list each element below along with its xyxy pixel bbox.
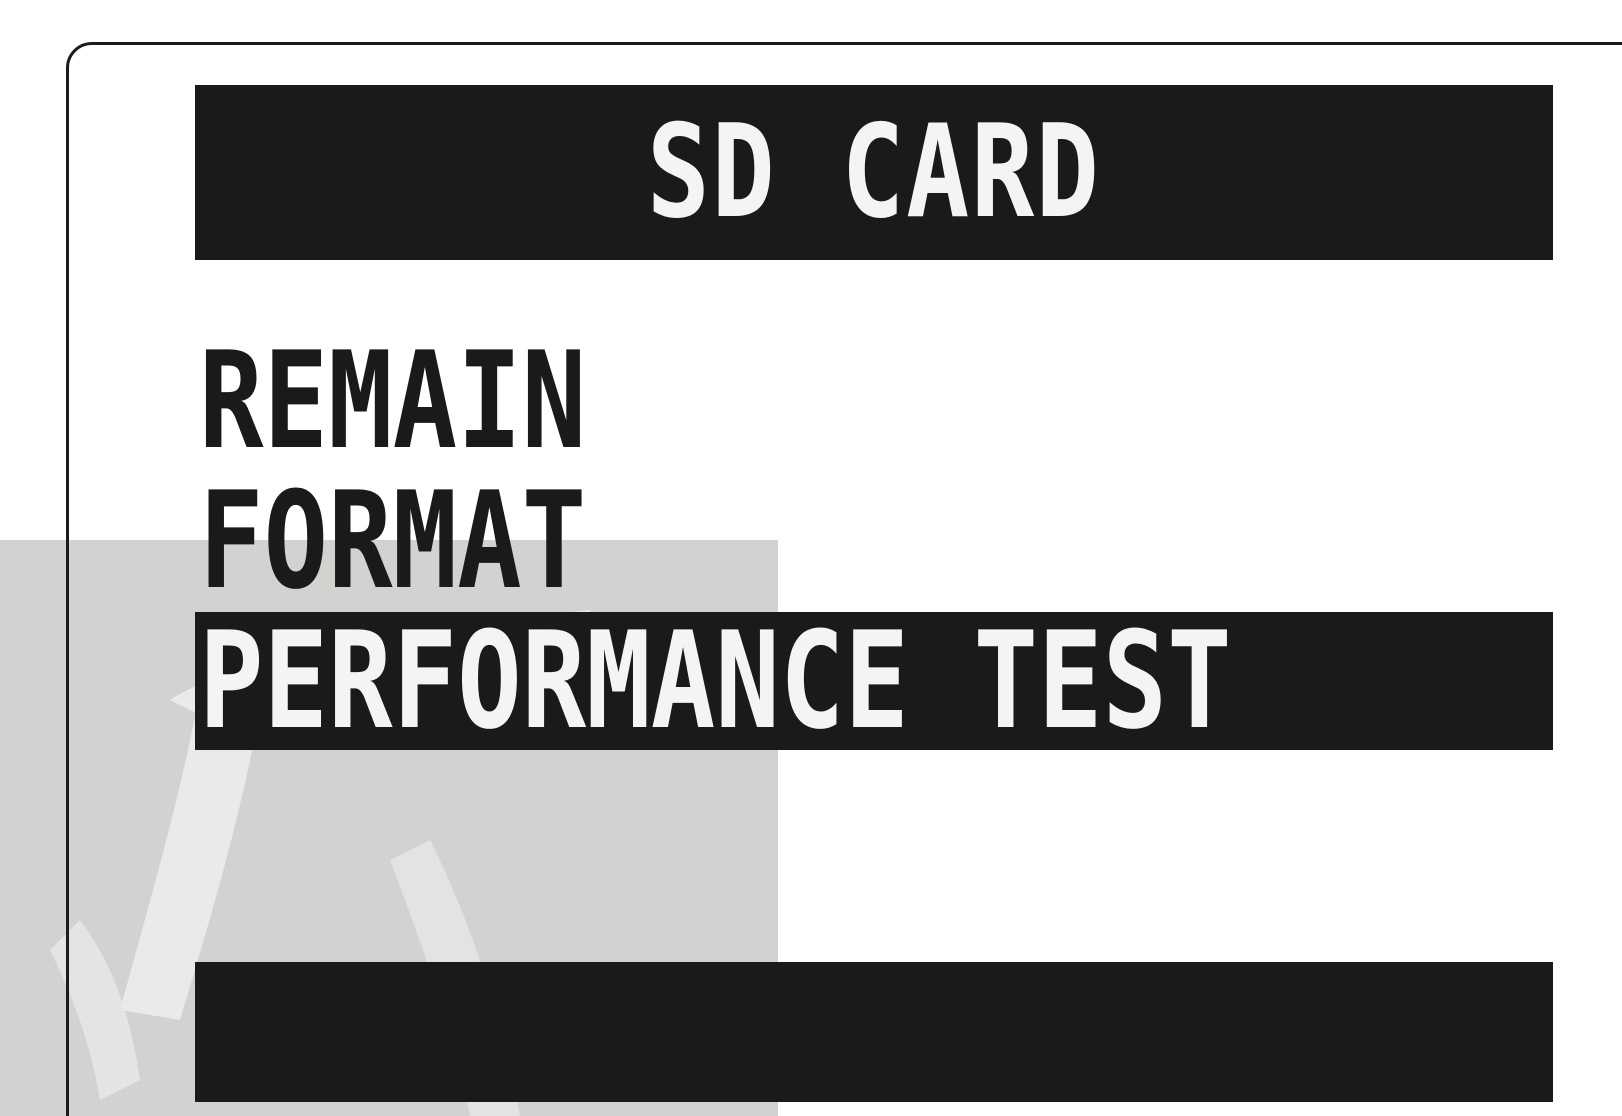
menu-item-label: PERFORMANCE TEST bbox=[199, 603, 1232, 759]
screen-title: SD CARD bbox=[647, 97, 1101, 247]
menu-item-remain[interactable]: REMAIN bbox=[195, 332, 1553, 470]
screen-title-bar: SD CARD bbox=[195, 85, 1553, 260]
menu-item-format[interactable]: FORMAT bbox=[195, 472, 1553, 610]
menu-item-label: REMAIN bbox=[199, 323, 587, 479]
menu-item-label: FORMAT bbox=[199, 463, 587, 619]
bottom-status-bar bbox=[195, 962, 1553, 1102]
menu-item-performance-test[interactable]: PERFORMANCE TEST bbox=[195, 612, 1553, 750]
